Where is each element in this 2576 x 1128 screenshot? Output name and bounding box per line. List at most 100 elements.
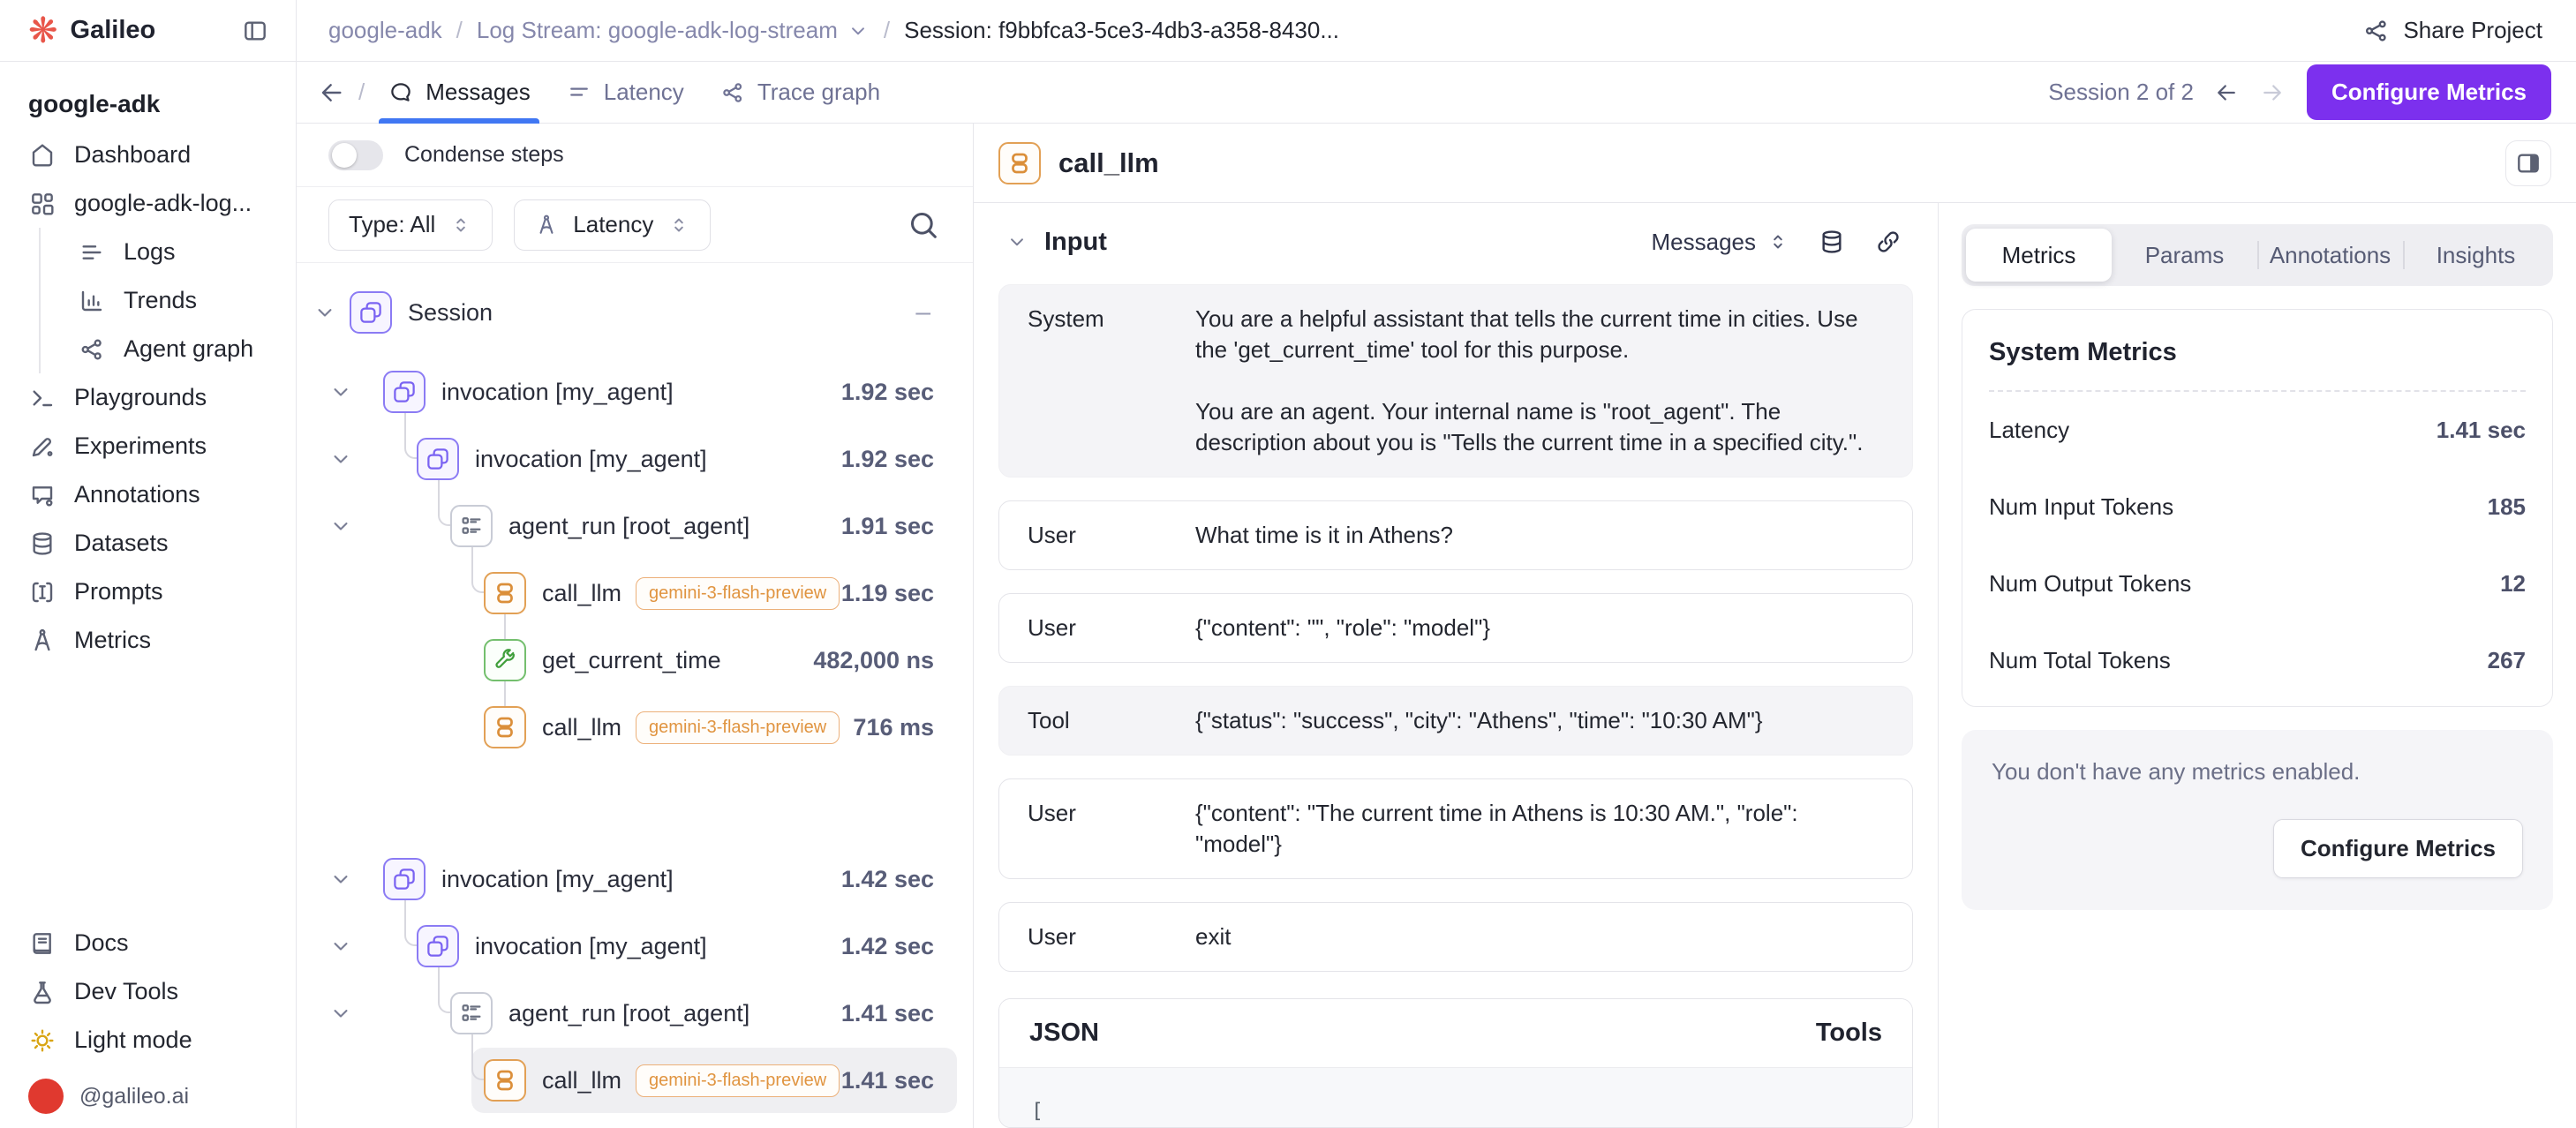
sidebar-header: ❋ Galileo [0, 0, 296, 62]
sidebar-item-label: Logs [124, 238, 176, 266]
messages-column: Input Messages SystemYou are a helpful a [974, 203, 1938, 1128]
message-system: SystemYou are a helpful assistant that t… [998, 284, 1913, 478]
breadcrumb-logstream-link[interactable]: Log Stream: google-adk-log-stream [477, 17, 838, 44]
duration-value: 1.41 sec [841, 1000, 934, 1027]
breadcrumb-project-link[interactable]: google-adk [328, 17, 442, 44]
sidebar-item-light-mode[interactable]: Light mode [0, 1016, 296, 1064]
sidebar-item-experiments[interactable]: Experiments [0, 422, 296, 470]
trace-row[interactable]: invocation [my_agent]1.42 sec [297, 846, 973, 913]
chevron-down-icon[interactable] [847, 19, 870, 42]
configure-metrics-secondary-button[interactable]: Configure Metrics [2273, 819, 2523, 878]
sidebar-item-google-adk-log-[interactable]: google-adk-log... [0, 179, 296, 228]
metrics-tab-params[interactable]: Params [2112, 229, 2257, 282]
message-text: You are a helpful assistant that tells t… [1195, 304, 1884, 458]
metrics-tab-annotations[interactable]: Annotations [2257, 229, 2403, 282]
next-session-arrow-icon[interactable] [2259, 79, 2286, 106]
sidebar-item-prompts[interactable]: Prompts [0, 568, 296, 616]
message-user: UserWhat time is it in Athens? [998, 500, 1913, 570]
sidebar-item-label: Annotations [74, 481, 200, 508]
view-mode-value: Messages [1652, 229, 1757, 256]
sidebar-item-playgrounds[interactable]: Playgrounds [0, 373, 296, 422]
trace-tree: Session–invocation [my_agent]1.92 secinv… [297, 263, 973, 1128]
trace-row[interactable]: agent_run [root_agent] 1.41 sec [297, 980, 973, 1047]
trace-row-label: call_llm [542, 580, 621, 607]
chevron-down-icon[interactable] [328, 447, 353, 471]
condense-steps-toggle[interactable] [328, 140, 383, 170]
share-project-button[interactable]: Share Project [2362, 17, 2542, 45]
chevron-down-icon[interactable] [1006, 230, 1028, 253]
duration-value: 1.41 sec [841, 1067, 934, 1094]
message-user: Userexit [998, 902, 1913, 972]
back-arrow-icon[interactable] [318, 79, 346, 107]
sidebar-item-logs[interactable]: Logs [0, 228, 296, 276]
tree-connector [504, 613, 506, 640]
chevron-down-icon[interactable] [328, 380, 353, 404]
trace-row[interactable]: invocation [my_agent]1.92 sec [297, 425, 973, 493]
llm-node-icon [484, 572, 526, 614]
system-metrics-title: System Metrics [1989, 338, 2526, 367]
tab-latency[interactable]: Latency [548, 62, 702, 123]
user-menu[interactable]: @galileo.ai [0, 1064, 296, 1128]
app-root: ❋ Galileo google-adk Dashboardgoogle-adk… [0, 0, 2576, 1128]
search-icon[interactable] [906, 207, 941, 243]
condense-steps-row: Condense steps [297, 124, 973, 187]
span-header: call_llm [974, 124, 2576, 203]
chevron-down-icon[interactable] [313, 300, 337, 325]
duration-value: 1.42 sec [841, 866, 934, 893]
messages-list: SystemYou are a helpful assistant that t… [974, 281, 1938, 995]
trace-row[interactable]: invocation [my_agent]1.42 sec [297, 913, 973, 980]
trace-row[interactable]: call_llmgemini-3-flash-preview716 ms [297, 694, 973, 761]
share-icon [2362, 17, 2391, 45]
database-icon[interactable] [1818, 228, 1846, 256]
tab-messages[interactable]: Messages [370, 62, 548, 123]
input-section-title: Input [1044, 228, 1107, 257]
type-filter-select[interactable]: Type: All [328, 199, 493, 251]
trace-row[interactable]: invocation [my_agent]1.92 sec [297, 358, 973, 425]
span-title: call_llm [1058, 147, 1159, 179]
trace-row[interactable]: agent_run [root_agent]1.91 sec [297, 493, 973, 560]
panel-toggle-button[interactable] [2505, 140, 2551, 186]
trace-row[interactable]: Session– [297, 279, 973, 346]
sidebar-item-docs[interactable]: Docs [0, 919, 296, 967]
chevron-down-icon[interactable] [328, 1001, 353, 1026]
sidebar-item-trends[interactable]: Trends [0, 276, 296, 325]
previous-session-arrow-icon[interactable] [2213, 79, 2240, 106]
message-role: User [1028, 613, 1195, 643]
chevron-down-icon[interactable] [328, 514, 353, 538]
chevron-down-icon[interactable] [328, 934, 353, 959]
sidebar-item-dev-tools[interactable]: Dev Tools [0, 967, 296, 1016]
sidebar-collapse-icon[interactable] [241, 17, 269, 45]
sidebar-item-annotations[interactable]: Annotations [0, 470, 296, 519]
chevron-down-icon[interactable] [328, 867, 353, 891]
metric-label: Num Total Tokens [1989, 647, 2171, 674]
sidebar-item-label: Metrics [74, 627, 151, 654]
metrics-tab-metrics[interactable]: Metrics [1966, 229, 2112, 282]
sidebar-item-dashboard[interactable]: Dashboard [0, 131, 296, 179]
sidebar-item-agent-graph[interactable]: Agent graph [0, 325, 296, 373]
collapse-all-minus[interactable]: – [915, 297, 930, 327]
sidebar-item-metrics[interactable]: Metrics [0, 616, 296, 665]
metric-row: Latency1.41 sec [1989, 392, 2526, 469]
metric-label: Num Input Tokens [1989, 493, 2173, 521]
configure-metrics-button[interactable]: Configure Metrics [2307, 64, 2551, 120]
duration-value: 1.19 sec [841, 580, 934, 607]
trace-row[interactable]: call_llmgemini-3-flash-preview1.41 sec [297, 1047, 973, 1114]
nodes-icon [78, 335, 106, 364]
trace-row-label: invocation [my_agent] [475, 933, 707, 960]
view-mode-select[interactable]: Messages [1652, 229, 1790, 256]
sidebar-project-name: google-adk [0, 62, 296, 131]
book-icon [28, 929, 56, 958]
metric-filter-select[interactable]: Latency [514, 199, 711, 251]
link-icon[interactable] [1874, 228, 1902, 256]
tab-trace-graph[interactable]: Trace graph [702, 62, 898, 123]
trace-row[interactable]: get_current_time482,000 ns [297, 627, 973, 694]
prompts-icon [28, 578, 56, 606]
compass-icon [534, 213, 559, 237]
sidebar-item-label: Agent graph [124, 335, 253, 363]
sidebar-item-datasets[interactable]: Datasets [0, 519, 296, 568]
message-role: User [1028, 520, 1195, 551]
trace-row[interactable]: call_llmgemini-3-flash-preview1.19 sec [297, 560, 973, 627]
metrics-tab-insights[interactable]: Insights [2403, 229, 2549, 282]
trace-row-label: agent_run [root_agent] [508, 1000, 749, 1027]
code-line: [ [1031, 1094, 1880, 1128]
